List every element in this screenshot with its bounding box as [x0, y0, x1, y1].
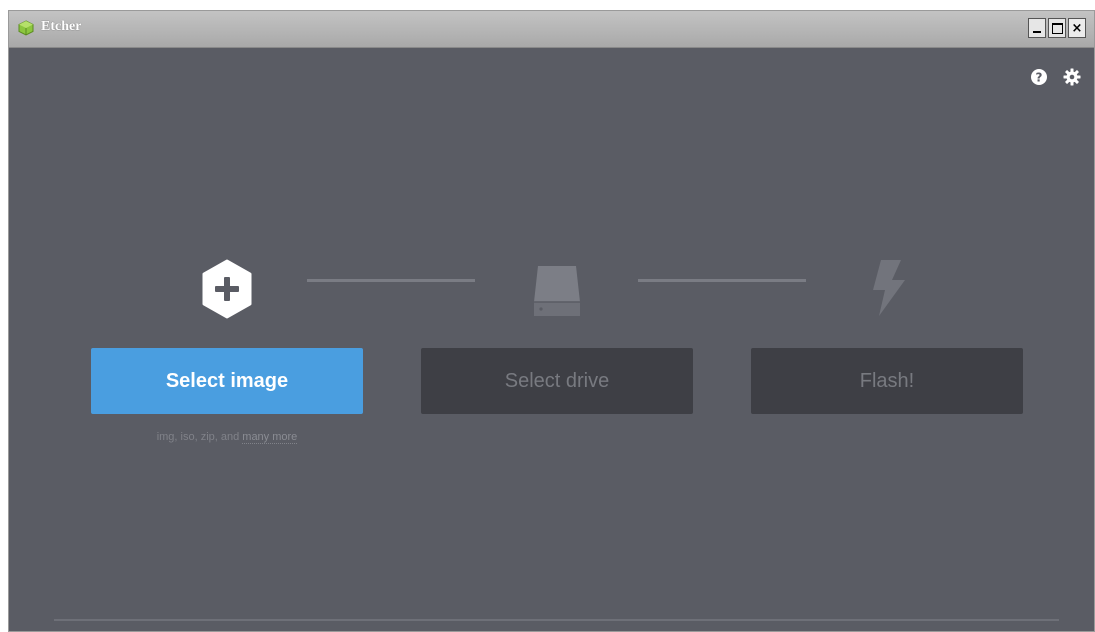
many-more-link[interactable]: many more [242, 431, 298, 444]
close-button[interactable]: × [1068, 18, 1086, 38]
minimize-icon [1033, 31, 1041, 33]
minimize-button[interactable] [1028, 18, 1046, 38]
etcher-logo-icon [18, 20, 34, 36]
gear-icon[interactable] [1063, 68, 1081, 86]
lightning-bolt-icon [873, 260, 905, 316]
flash-button[interactable]: Flash! [751, 348, 1023, 414]
select-drive-button[interactable]: Select drive [421, 348, 693, 414]
help-icon[interactable]: ? [1030, 68, 1048, 86]
step-connector [638, 279, 806, 282]
drive-icon [534, 266, 580, 316]
title-bar[interactable]: Etcher × [9, 11, 1094, 48]
svg-text:?: ? [1036, 71, 1043, 85]
maximize-button[interactable] [1048, 18, 1066, 38]
select-image-button[interactable]: Select image [91, 348, 363, 414]
formats-text: img, iso, zip, and [156, 431, 243, 443]
window-title: Etcher [41, 19, 82, 34]
supported-formats-hint: img, iso, zip, and many more [91, 431, 363, 444]
close-icon: × [1071, 20, 1083, 36]
etcher-window: Etcher × ? Select image Select drive Fla… [8, 10, 1095, 632]
footer-divider [54, 619, 1059, 621]
maximize-icon [1051, 22, 1063, 34]
step-connector [307, 279, 475, 282]
plus-hexagon-icon[interactable] [201, 259, 253, 319]
